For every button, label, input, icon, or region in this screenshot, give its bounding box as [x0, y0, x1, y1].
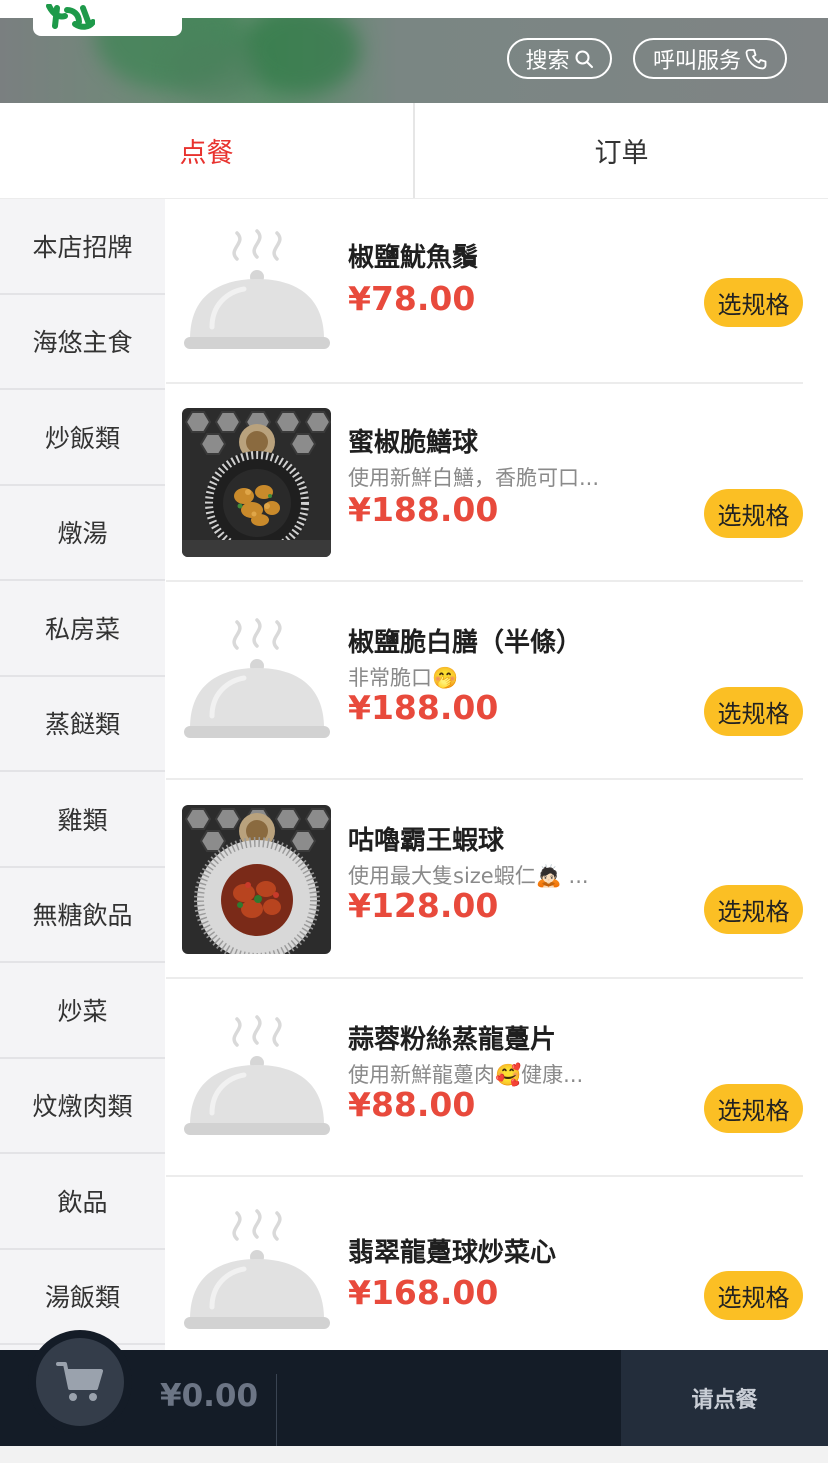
dish-name: 咕嚕霸王蝦球 — [348, 826, 505, 856]
dish-card[interactable]: 翡翠龍躉球炒菜心 ¥168.00 选规格 — [166, 1177, 828, 1350]
search-icon — [575, 50, 593, 68]
divider — [276, 1374, 277, 1446]
placeholder-cloche-icon — [182, 1197, 331, 1346]
phone-icon — [745, 48, 767, 69]
dish-photo — [182, 805, 331, 954]
dish-name: 蜜椒脆鱔球 — [348, 428, 479, 458]
select-spec-button[interactable]: 选规格 — [704, 489, 803, 538]
dish-card[interactable]: 蒜蓉粉絲蒸龍躉片 使用新鮮龍躉肉🥰健康... ¥88.00 选规格 — [166, 979, 828, 1177]
sidebar-item-main-dishes[interactable]: 海悠主食 — [0, 295, 165, 390]
dish-price: ¥188.00 — [348, 490, 499, 529]
sidebar-item-soup[interactable]: 燉湯 — [0, 486, 165, 581]
cart-total: ¥0.00 — [160, 1378, 259, 1414]
tab-bar: 点餐 订单 — [0, 103, 828, 199]
category-sidebar: 本店招牌 海悠主食 炒飯類 燉湯 私房菜 蒸餸類 雞類 無糖飲品 炒菜 炆燉肉類… — [0, 199, 165, 1350]
store-logo — [33, 0, 182, 36]
dish-card[interactable]: 椒鹽脆白膳（半條） 非常脆口🤭 ¥188.00 选规格 — [166, 582, 828, 780]
dish-card[interactable]: 咕嚕霸王蝦球 使用最大隻size蝦仁🙇🏻 ... ¥128.00 选规格 — [166, 780, 828, 979]
dish-photo — [182, 408, 331, 557]
select-spec-button[interactable]: 选规格 — [704, 278, 803, 327]
dish-price: ¥88.00 — [348, 1085, 476, 1124]
sidebar-item-chicken[interactable]: 雞類 — [0, 772, 165, 868]
sidebar-item-sugar-free-drinks[interactable]: 無糖飲品 — [0, 868, 165, 963]
dish-price: ¥128.00 — [348, 886, 499, 925]
select-spec-button[interactable]: 选规格 — [704, 885, 803, 934]
sidebar-item-braised-meat[interactable]: 炆燉肉類 — [0, 1059, 165, 1154]
dish-price: ¥168.00 — [348, 1273, 499, 1312]
checkout-button[interactable]: 请点餐 — [621, 1350, 828, 1446]
dish-name: 椒鹽魷魚鬚 — [348, 243, 479, 273]
tab-order-food[interactable]: 点餐 — [0, 103, 413, 198]
search-button[interactable]: 搜索 — [507, 38, 612, 79]
sidebar-item-drinks[interactable]: 飲品 — [0, 1154, 165, 1250]
sidebar-item-signature[interactable]: 本店招牌 — [0, 199, 165, 295]
select-spec-button[interactable]: 选规格 — [704, 1271, 803, 1320]
search-label: 搜索 — [525, 48, 570, 74]
footer-strip — [0, 1446, 828, 1463]
placeholder-cloche-icon — [182, 606, 331, 755]
dish-price: ¥188.00 — [348, 688, 499, 727]
shopping-cart-icon — [56, 1362, 103, 1401]
sidebar-item-fried-rice[interactable]: 炒飯類 — [0, 390, 165, 486]
sidebar-item-steamed[interactable]: 蒸餸類 — [0, 677, 165, 772]
dish-name: 翡翠龍躉球炒菜心 — [348, 1238, 557, 1268]
call-service-button[interactable]: 呼叫服务 — [633, 38, 787, 79]
cart-button[interactable] — [28, 1330, 132, 1434]
dish-list: 椒鹽魷魚鬚 ¥78.00 选规格 蜜椒脆鱔球 使用新鮮白鱔，香脆可口... ¥1… — [166, 199, 828, 1350]
select-spec-button[interactable]: 选规格 — [704, 687, 803, 736]
sidebar-item-private-dishes[interactable]: 私房菜 — [0, 581, 165, 677]
call-service-label: 呼叫服务 — [652, 48, 741, 74]
dish-card[interactable]: 蜜椒脆鱔球 使用新鮮白鱔，香脆可口... ¥188.00 选规格 — [166, 384, 828, 582]
menu-page: 搜索 呼叫服务 点餐 订单 本店招牌 海悠主食 炒飯類 燉湯 私房菜 蒸餸類 雞… — [0, 0, 828, 1463]
select-spec-button[interactable]: 选规格 — [704, 1084, 803, 1133]
store-banner: 搜索 呼叫服务 — [0, 0, 828, 103]
placeholder-cloche-icon — [182, 217, 331, 366]
dish-name: 蒜蓉粉絲蒸龍躉片 — [348, 1025, 557, 1055]
dish-description: 使用新鮮白鱔，香脆可口... — [348, 466, 600, 490]
dish-card[interactable]: 椒鹽魷魚鬚 ¥78.00 选规格 — [166, 199, 828, 384]
tab-orders[interactable]: 订单 — [415, 103, 828, 198]
dish-price: ¥78.00 — [348, 279, 476, 318]
dish-name: 椒鹽脆白膳（半條） — [348, 628, 583, 658]
sidebar-item-stir-fried-veg[interactable]: 炒菜 — [0, 963, 165, 1059]
placeholder-cloche-icon — [182, 1003, 331, 1152]
